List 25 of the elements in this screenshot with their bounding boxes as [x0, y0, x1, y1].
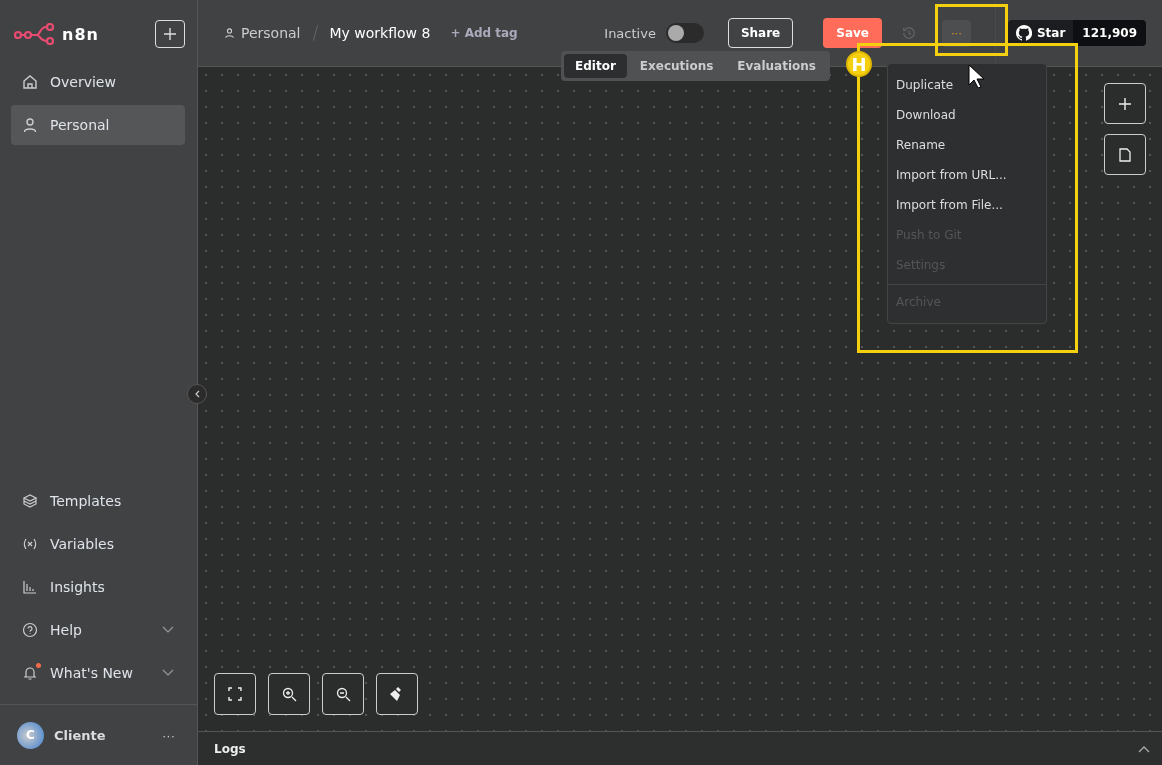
workflow-name[interactable]: My workflow 8 — [329, 25, 431, 41]
app-logo-text: n8n — [62, 24, 100, 44]
add-tag-link[interactable]: + Add tag — [450, 26, 518, 40]
menu-item[interactable]: Duplicate — [888, 70, 1046, 100]
star-count: 121,909 — [1073, 20, 1146, 46]
sidebar-item[interactable]: Insights — [11, 567, 185, 607]
logs-title: Logs — [214, 741, 246, 756]
active-label: Inactive — [604, 25, 656, 41]
more-button[interactable]: ··· — [162, 727, 175, 743]
sidebar-item[interactable]: Variables — [11, 524, 185, 564]
share-button[interactable]: Share — [727, 18, 794, 48]
menu-item[interactable]: Download — [888, 100, 1046, 130]
menu-item[interactable]: Import from File... — [888, 190, 1046, 220]
sidebar-item[interactable]: Templates — [11, 481, 185, 521]
user-name: Cliente — [54, 727, 107, 743]
sidebar-item[interactable]: Help — [11, 610, 185, 650]
view-tab[interactable]: Evaluations — [726, 54, 827, 78]
sidebar-item[interactable]: Personal — [11, 105, 185, 145]
project-link[interactable]: Personal — [241, 25, 301, 41]
sidebar-item[interactable]: What's New — [11, 653, 185, 693]
menu-item[interactable]: Import from URL... — [888, 160, 1046, 190]
view-tab[interactable]: Executions — [628, 54, 725, 78]
view-tab[interactable]: Editor — [564, 54, 627, 78]
menu-item[interactable]: Rename — [888, 130, 1046, 160]
sidebar-item[interactable]: Overview — [11, 62, 185, 102]
